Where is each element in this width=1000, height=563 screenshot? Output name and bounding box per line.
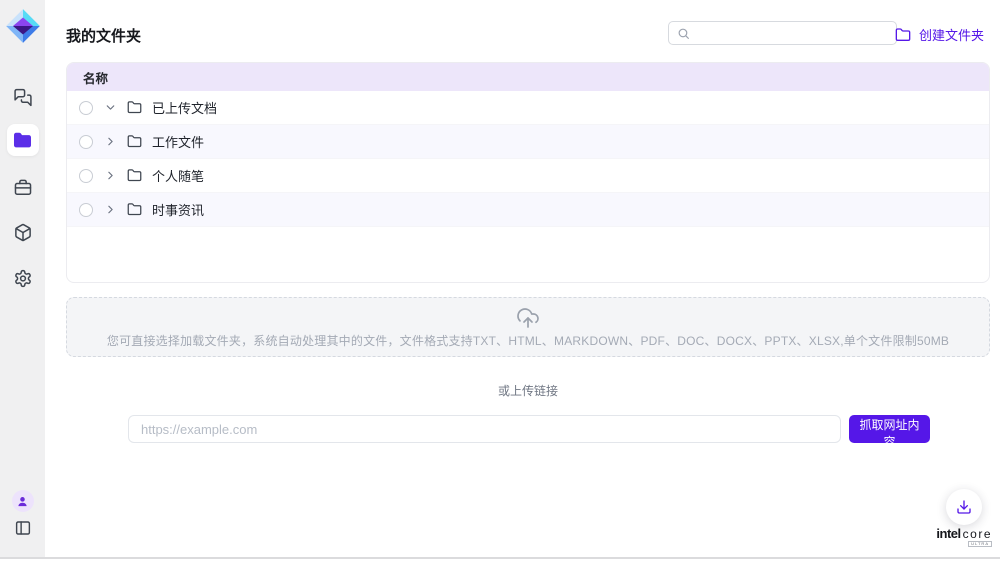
download-icon [956,499,972,515]
chevron-right-icon[interactable] [102,202,118,218]
fetch-url-button[interactable]: 抓取网址内容 [849,415,930,443]
intel-brand-text: intel [936,527,960,540]
upload-hint: 您可直接选择加载文件夹，系统自动处理其中的文件，文件格式支持TXT、HTML、M… [107,332,949,349]
page-title: 我的文件夹 [66,25,141,46]
folder-plus-icon [895,27,911,43]
table-row[interactable]: 时事资讯 [67,193,989,227]
sidebar-item-workspace[interactable] [13,178,32,197]
url-input[interactable] [128,415,841,443]
intel-core-logo: intel core ultra [930,527,992,547]
folder-icon [127,100,142,115]
search-input[interactable] [696,21,896,45]
intel-ultra-badge: ultra [968,541,992,547]
or-upload-link-label: 或上传链接 [66,382,990,399]
column-name: 名称 [83,68,108,87]
row-checkbox[interactable] [79,135,93,149]
row-checkbox[interactable] [79,203,93,217]
sidebar-item-settings[interactable] [13,269,32,288]
intel-product-text: core [963,528,992,540]
panel-toggle-icon [14,519,32,537]
chevron-right-icon[interactable] [102,134,118,150]
create-folder-label: 创建文件夹 [919,25,984,44]
cloud-upload-icon [516,306,540,330]
folder-icon [127,134,142,149]
chevron-down-icon[interactable] [102,100,118,116]
folder-name: 已上传文档 [152,98,217,117]
user-avatar[interactable] [12,490,34,512]
cube-icon [13,223,32,242]
search-icon [677,27,690,40]
folder-name: 时事资讯 [152,200,204,219]
folder-icon [13,131,32,150]
table-row[interactable]: 工作文件 [67,125,989,159]
row-checkbox[interactable] [79,169,93,183]
folder-name: 个人随笔 [152,166,204,185]
create-folder-button[interactable]: 创建文件夹 [889,24,990,45]
table-header: 名称 [67,63,989,91]
chat-icon [13,88,32,107]
chevron-right-icon[interactable] [102,168,118,184]
table-row[interactable]: 已上传文档 [67,91,989,125]
window-bottom-edge [0,557,1000,559]
folder-icon [127,202,142,217]
sidebar-item-folders[interactable] [7,124,39,156]
folder-name: 工作文件 [152,132,204,151]
upload-dropzone[interactable]: 您可直接选择加载文件夹，系统自动处理其中的文件，文件格式支持TXT、HTML、M… [66,297,990,357]
panel-toggle-button[interactable] [14,519,32,537]
gear-icon [13,269,32,288]
user-avatar-icon [16,495,29,508]
app-logo-icon [4,7,42,45]
folder-table: 名称 已上传文档 工作文件 [66,62,990,283]
sidebar-item-apps[interactable] [13,223,32,242]
folder-icon [127,168,142,183]
sidebar [0,0,45,557]
table-row[interactable]: 个人随笔 [67,159,989,193]
download-fab[interactable] [946,489,982,525]
row-checkbox[interactable] [79,101,93,115]
sidebar-item-chat[interactable] [13,88,32,107]
briefcase-icon [13,178,32,197]
app-window: 我的文件夹 创建文件夹 名称 [0,0,1000,563]
search-box [668,21,897,45]
